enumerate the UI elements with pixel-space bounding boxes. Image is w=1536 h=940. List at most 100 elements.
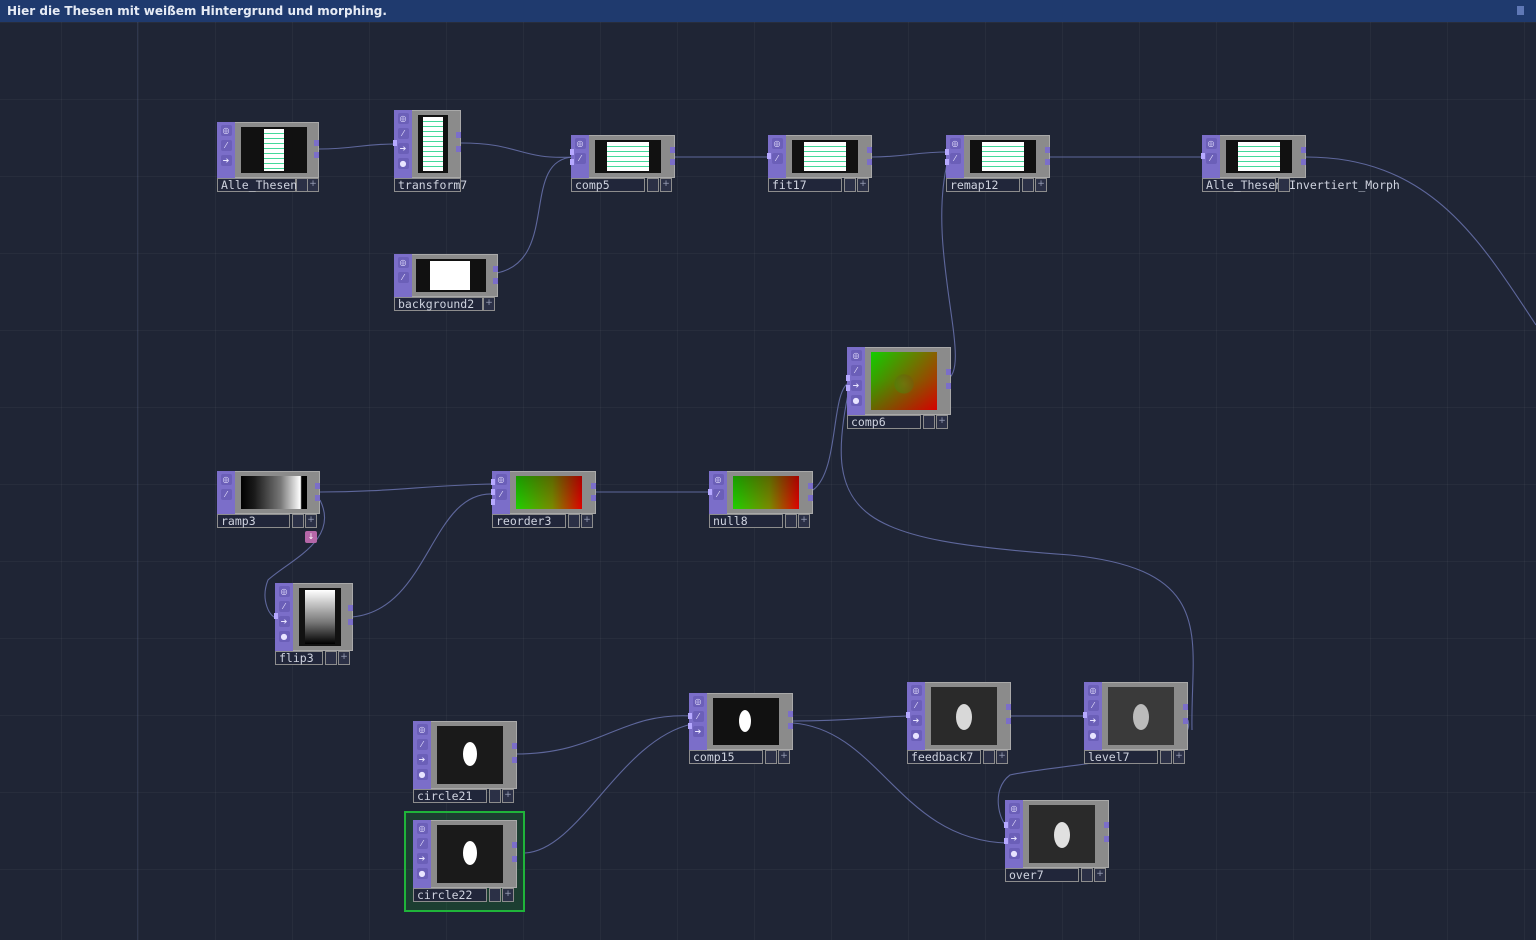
- output-port[interactable]: [591, 495, 596, 501]
- viewer-icon[interactable]: ◎: [278, 586, 290, 597]
- output-port[interactable]: [512, 842, 517, 848]
- node-flag-icon[interactable]: [785, 514, 797, 528]
- node-label[interactable]: ramp3: [217, 514, 290, 528]
- viewer-icon[interactable]: ◎: [495, 474, 507, 485]
- add-icon[interactable]: +: [307, 178, 319, 192]
- lock-icon[interactable]: ➔: [397, 143, 409, 154]
- output-port[interactable]: [348, 605, 353, 611]
- input-port[interactable]: [1004, 838, 1008, 844]
- node-flag-icon[interactable]: [292, 514, 304, 528]
- node-label[interactable]: fit17: [768, 178, 842, 192]
- node-label[interactable]: transform7: [394, 178, 467, 192]
- output-port[interactable]: [1045, 147, 1050, 153]
- display-flag-icon[interactable]: ●: [397, 158, 409, 169]
- input-port[interactable]: [274, 613, 278, 619]
- display-flag-icon[interactable]: ●: [850, 395, 862, 406]
- node-label[interactable]: flip3: [275, 651, 323, 665]
- node-label[interactable]: Alle_Thesen_Invertiert_Morph: [1202, 178, 1400, 192]
- output-port[interactable]: [1183, 718, 1188, 724]
- display-flag-icon[interactable]: ●: [910, 730, 922, 741]
- node-flag-icon[interactable]: [844, 178, 856, 192]
- output-port[interactable]: [493, 278, 498, 284]
- bypass-icon[interactable]: ⁄: [1205, 153, 1217, 164]
- lock-icon[interactable]: ➔: [1087, 715, 1099, 726]
- lock-icon[interactable]: ➔: [220, 155, 232, 166]
- add-icon[interactable]: +: [502, 789, 514, 803]
- output-port[interactable]: [788, 723, 793, 729]
- viewer-icon[interactable]: ◎: [949, 138, 961, 149]
- node-label[interactable]: comp5: [571, 178, 645, 192]
- node-flag-icon[interactable]: [1160, 750, 1172, 764]
- node-flag-icon[interactable]: [765, 750, 777, 764]
- lock-icon[interactable]: ➔: [1008, 833, 1020, 844]
- viewer-icon[interactable]: ◎: [220, 474, 232, 485]
- bypass-icon[interactable]: ⁄: [692, 711, 704, 722]
- node-flag-icon[interactable]: [489, 789, 501, 803]
- lock-icon[interactable]: ➔: [416, 754, 428, 765]
- node-label[interactable]: over7: [1005, 868, 1079, 882]
- output-port[interactable]: [946, 383, 951, 389]
- output-port[interactable]: [1301, 159, 1306, 165]
- node-flag-icon[interactable]: [1081, 868, 1093, 882]
- node-label[interactable]: circle22: [413, 888, 487, 902]
- viewer-icon[interactable]: ◎: [850, 350, 862, 361]
- node-label[interactable]: comp6: [847, 415, 921, 429]
- input-port[interactable]: [846, 375, 850, 381]
- add-icon[interactable]: +: [1035, 178, 1047, 192]
- output-port[interactable]: [808, 495, 813, 501]
- bypass-icon[interactable]: ⁄: [397, 128, 409, 139]
- lock-icon[interactable]: ➔: [416, 853, 428, 864]
- add-icon[interactable]: +: [778, 750, 790, 764]
- add-icon[interactable]: +: [338, 651, 350, 665]
- input-port[interactable]: [767, 153, 771, 159]
- input-port[interactable]: [708, 489, 712, 495]
- output-port[interactable]: [512, 743, 517, 749]
- viewer-icon[interactable]: ◎: [397, 113, 409, 124]
- lock-icon[interactable]: ➔: [278, 616, 290, 627]
- input-port[interactable]: [1083, 712, 1087, 718]
- output-port[interactable]: [315, 495, 320, 501]
- input-port[interactable]: [688, 723, 692, 729]
- add-icon[interactable]: +: [502, 888, 514, 902]
- add-icon[interactable]: +: [798, 514, 810, 528]
- input-port[interactable]: [945, 149, 949, 155]
- bypass-icon[interactable]: ⁄: [850, 365, 862, 376]
- bypass-icon[interactable]: ⁄: [1087, 700, 1099, 711]
- input-port[interactable]: [906, 712, 910, 718]
- output-port[interactable]: [1006, 704, 1011, 710]
- node-flag-icon[interactable]: [325, 651, 337, 665]
- add-icon[interactable]: +: [305, 514, 317, 528]
- input-port[interactable]: [945, 159, 949, 165]
- output-port[interactable]: [788, 711, 793, 717]
- output-port[interactable]: [493, 266, 498, 272]
- input-port[interactable]: [491, 479, 495, 485]
- output-port[interactable]: [1301, 147, 1306, 153]
- viewer-icon[interactable]: ◎: [220, 125, 232, 136]
- lock-icon[interactable]: ➔: [850, 380, 862, 391]
- node-label[interactable]: feedback7: [907, 750, 981, 764]
- bypass-icon[interactable]: ⁄: [220, 489, 232, 500]
- bypass-icon[interactable]: ⁄: [910, 700, 922, 711]
- add-icon[interactable]: +: [483, 297, 495, 311]
- output-port[interactable]: [1006, 718, 1011, 724]
- output-port[interactable]: [314, 152, 319, 158]
- output-port[interactable]: [1183, 704, 1188, 710]
- node-flag-icon[interactable]: [489, 888, 501, 902]
- viewer-icon[interactable]: ◎: [1205, 138, 1217, 149]
- bypass-icon[interactable]: ⁄: [416, 739, 428, 750]
- input-port[interactable]: [688, 713, 692, 719]
- output-port[interactable]: [670, 147, 675, 153]
- node-flag-icon[interactable]: [647, 178, 659, 192]
- node-label[interactable]: remap12: [946, 178, 1020, 192]
- input-port[interactable]: [570, 149, 574, 155]
- output-port[interactable]: [512, 757, 517, 763]
- output-port[interactable]: [512, 856, 517, 862]
- node-flag-icon[interactable]: [568, 514, 580, 528]
- node-flag-icon[interactable]: [1278, 178, 1290, 192]
- bypass-icon[interactable]: ⁄: [712, 489, 724, 500]
- output-port[interactable]: [1104, 822, 1109, 828]
- display-flag-icon[interactable]: ●: [1008, 848, 1020, 859]
- bypass-icon[interactable]: ⁄: [949, 153, 961, 164]
- output-port[interactable]: [1045, 159, 1050, 165]
- bypass-icon[interactable]: ⁄: [397, 272, 409, 283]
